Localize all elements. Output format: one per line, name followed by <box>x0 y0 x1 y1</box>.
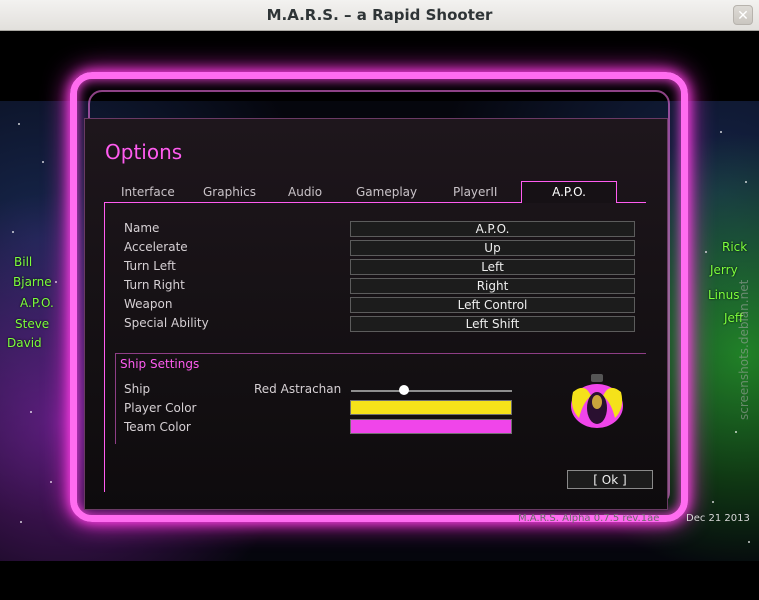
player-name: Linus <box>708 288 740 302</box>
ship-preview-icon <box>571 374 623 428</box>
player-color-label: Player Color <box>124 401 197 415</box>
watermark: screenshots.debian.net <box>737 279 751 420</box>
turn-left-key-button[interactable]: Left <box>350 259 635 275</box>
name-label: Name <box>124 221 160 235</box>
tab-underline <box>616 202 646 203</box>
special-ability-label: Special Ability <box>124 316 209 330</box>
team-color-swatch[interactable] <box>350 419 512 434</box>
options-title: Options <box>105 140 183 164</box>
ship-slider[interactable] <box>351 390 512 392</box>
player-name: Steve <box>15 317 50 331</box>
name-field[interactable]: A.P.O. <box>350 221 635 237</box>
tab-gameplay[interactable]: Gameplay <box>356 185 417 199</box>
turn-left-label: Turn Left <box>124 259 176 273</box>
player-name: A.P.O. <box>20 296 54 310</box>
player-name: Jerry <box>710 263 738 277</box>
ship-settings-title: Ship Settings <box>120 357 200 371</box>
tab-interface[interactable]: Interface <box>121 185 175 199</box>
accelerate-label: Accelerate <box>124 240 188 254</box>
tab-underline <box>104 202 522 203</box>
ship-name: Red Astrachan <box>254 382 342 396</box>
player-color-swatch[interactable] <box>350 400 512 415</box>
tab-apo[interactable]: A.P.O. <box>521 181 617 203</box>
ship-label: Ship <box>124 382 151 396</box>
player-name: David <box>7 336 42 350</box>
window-titlebar: M.A.R.S. – a Rapid Shooter ✕ <box>0 0 759 31</box>
player-name: Bjarne <box>13 275 52 289</box>
options-panel <box>84 118 668 510</box>
version-text: M.A.R.S. Alpha 0.7.5 rev.1ae <box>518 513 660 524</box>
weapon-label: Weapon <box>124 297 173 311</box>
content-border <box>104 202 105 492</box>
player-name: Bill <box>14 255 33 269</box>
tab-audio[interactable]: Audio <box>288 185 322 199</box>
special-ability-key-button[interactable]: Left Shift <box>350 316 635 332</box>
tab-playerii[interactable]: PlayerII <box>453 185 497 199</box>
turn-right-key-button[interactable]: Right <box>350 278 635 294</box>
turn-right-label: Turn Right <box>124 278 185 292</box>
ok-button[interactable]: [ Ok ] <box>567 470 653 489</box>
accelerate-key-button[interactable]: Up <box>350 240 635 256</box>
team-color-label: Team Color <box>124 420 191 434</box>
weapon-key-button[interactable]: Left Control <box>350 297 635 313</box>
window-title: M.A.R.S. – a Rapid Shooter <box>266 6 493 24</box>
close-window-button[interactable]: ✕ <box>733 5 753 25</box>
tab-graphics[interactable]: Graphics <box>203 185 256 199</box>
build-date: Dec 21 2013 <box>686 513 750 524</box>
